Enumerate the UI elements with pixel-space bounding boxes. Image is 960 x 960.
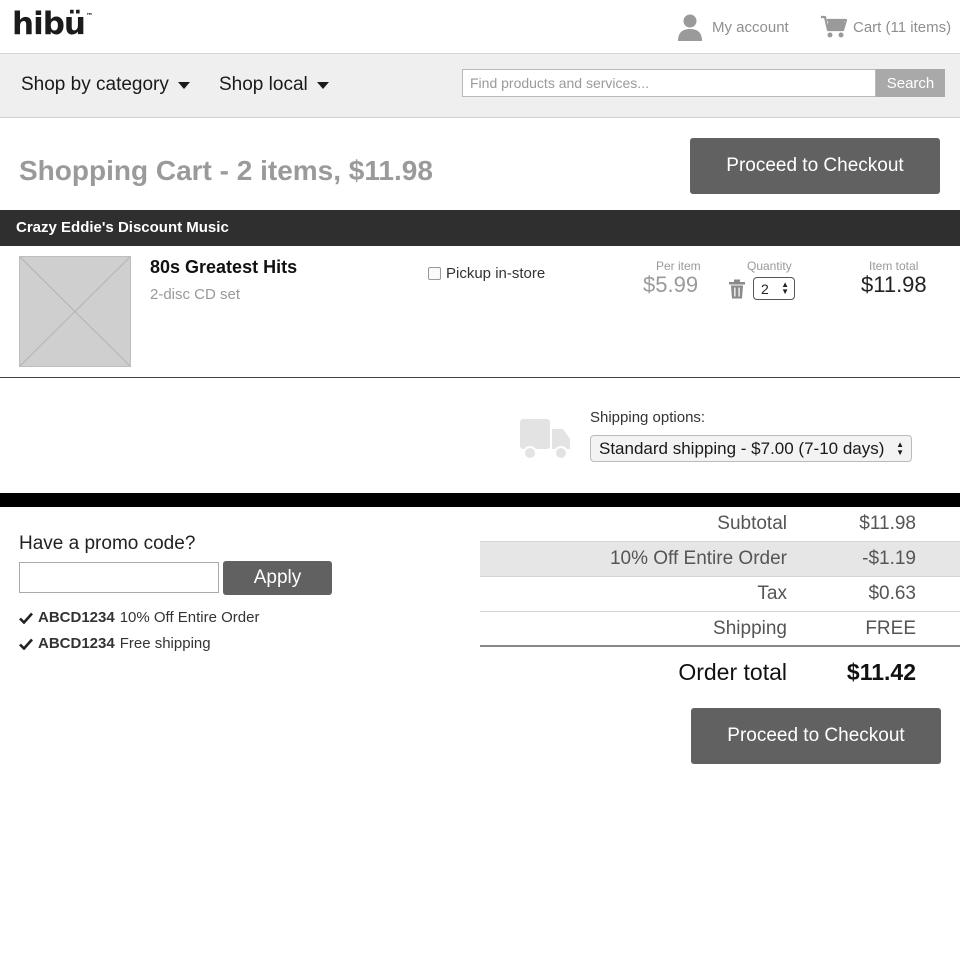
pickup-checkbox[interactable] xyxy=(428,267,441,280)
caret-down-icon xyxy=(316,82,329,89)
my-account-label: My account xyxy=(712,18,789,36)
summary-label: 10% Off Entire Order xyxy=(609,548,787,569)
order-total-label: Order total xyxy=(678,659,787,685)
proceed-to-checkout-button[interactable]: Proceed to Checkout xyxy=(691,708,941,764)
item-total-value: $11.98 xyxy=(861,272,927,297)
summary-label: Shipping xyxy=(713,618,787,639)
quantity-select[interactable]: 2 ▲ ▼ xyxy=(753,277,795,300)
shopping-cart-icon xyxy=(821,15,848,38)
my-account-link[interactable]: My account xyxy=(676,12,789,42)
cart-count-label: Cart (11 items) xyxy=(853,18,952,36)
product-description: 2-disc CD set xyxy=(150,286,241,303)
quantity-value: 2 xyxy=(761,280,769,297)
caret-down-icon xyxy=(177,82,190,89)
nav-bar: Shop by category Shop local Search xyxy=(0,54,960,118)
summary-label: Tax xyxy=(757,583,787,604)
trash-icon[interactable] xyxy=(728,279,746,304)
per-item-price: $5.99 xyxy=(643,272,699,297)
select-arrows-icon: ▲ ▼ xyxy=(896,440,904,457)
summary-row-subtotal: Subtotal $11.98 xyxy=(480,507,960,542)
promo-description: Free shipping xyxy=(119,635,211,652)
search-bar: Search xyxy=(462,69,945,97)
applied-promo-code: ABCD1234 Free shipping xyxy=(19,635,211,652)
select-arrows-icon: ▲ ▼ xyxy=(781,280,789,296)
checkmark-icon xyxy=(19,612,33,624)
section-divider xyxy=(0,493,960,507)
shop-by-category-label: Shop by category xyxy=(21,74,169,95)
product-name[interactable]: 80s Greatest Hits xyxy=(150,257,297,278)
search-input[interactable] xyxy=(462,69,876,97)
summary-value: FREE xyxy=(865,618,916,639)
shipping-options-select[interactable]: Standard shipping - $7.00 (7-10 days) ▲ ▼ xyxy=(590,435,912,462)
shop-by-category-menu[interactable]: Shop by category xyxy=(21,74,190,96)
order-total-value: $11.42 xyxy=(846,659,916,685)
logo-trademark: ™ xyxy=(85,12,93,20)
image-placeholder-icon xyxy=(19,256,131,367)
divider xyxy=(0,377,960,378)
summary-value: $0.63 xyxy=(868,583,916,604)
user-icon xyxy=(678,14,702,41)
item-total-label: Item total xyxy=(869,259,919,273)
apply-promo-button[interactable]: Apply xyxy=(223,561,332,595)
shop-local-menu[interactable]: Shop local xyxy=(219,74,329,96)
seller-header: Crazy Eddie's Discount Music xyxy=(0,210,960,246)
proceed-to-checkout-button[interactable]: Proceed to Checkout xyxy=(690,138,940,194)
promo-description: 10% Off Entire Order xyxy=(119,609,260,626)
checkmark-icon xyxy=(19,638,33,650)
logo-text: hibü xyxy=(12,6,86,42)
hibu-logo[interactable]: hibü™ xyxy=(12,6,93,42)
per-item-label: Per item xyxy=(656,259,701,273)
summary-value: -$1.19 xyxy=(862,548,916,569)
shipping-options-label: Shipping options: xyxy=(590,409,706,426)
promo-code-label: Have a promo code? xyxy=(19,533,196,554)
top-header: hibü™ My account Cart (11 items) xyxy=(0,0,960,54)
pickup-label: Pickup in-store xyxy=(446,265,546,282)
summary-label: Subtotal xyxy=(717,513,787,534)
promo-code-input[interactable] xyxy=(19,562,219,593)
page-title: Shopping Cart - 2 items, $11.98 xyxy=(19,155,433,186)
product-image-placeholder[interactable] xyxy=(19,256,131,367)
pickup-in-store-option[interactable]: Pickup in-store xyxy=(428,265,545,282)
summary-row-shipping: Shipping FREE xyxy=(480,612,960,647)
promo-code: ABCD1234 xyxy=(38,609,115,626)
summary-row-tax: Tax $0.63 xyxy=(480,577,960,612)
shipping-selected-value: Standard shipping - $7.00 (7-10 days) xyxy=(599,438,885,458)
shop-local-label: Shop local xyxy=(219,74,308,95)
truck-icon xyxy=(518,417,572,466)
search-button[interactable]: Search xyxy=(876,69,945,97)
quantity-label: Quantity xyxy=(747,259,792,273)
promo-code: ABCD1234 xyxy=(38,635,115,652)
summary-row-discount: 10% Off Entire Order -$1.19 xyxy=(480,542,960,577)
summary-value: $11.98 xyxy=(859,513,916,534)
cart-link[interactable]: Cart (11 items) xyxy=(820,12,951,42)
applied-promo-code: ABCD1234 10% Off Entire Order xyxy=(19,609,260,626)
